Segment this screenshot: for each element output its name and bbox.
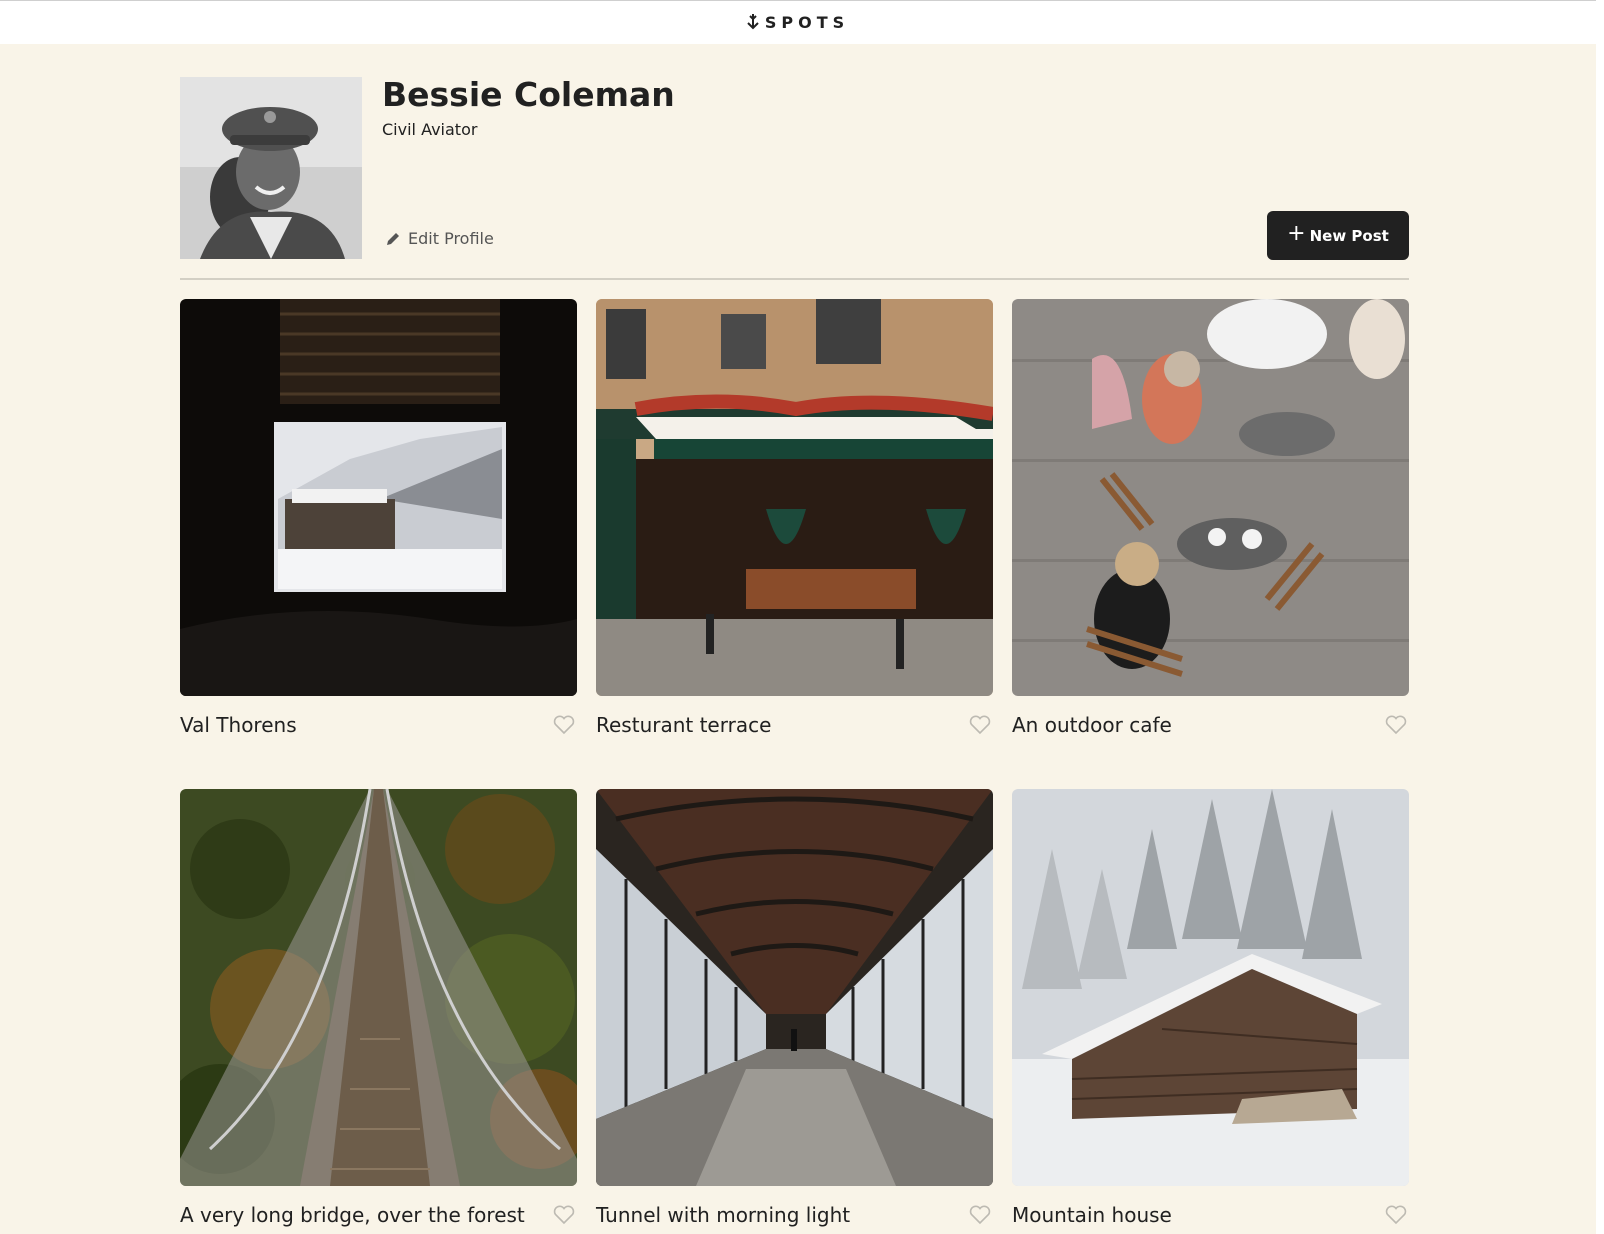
card: An outdoor cafe	[1012, 299, 1409, 737]
heart-icon	[553, 1205, 575, 1225]
edit-profile-label: Edit Profile	[408, 229, 494, 248]
profile-divider	[180, 278, 1409, 280]
like-button[interactable]	[1385, 1204, 1409, 1226]
card: Val Thorens	[180, 299, 577, 737]
logo-icon	[747, 13, 759, 29]
heart-icon	[969, 1205, 991, 1225]
heart-icon	[553, 715, 575, 735]
logo-text: SPOTS	[764, 13, 850, 32]
card-title: A very long bridge, over the forest	[180, 1203, 525, 1227]
card-image[interactable]	[596, 299, 993, 696]
spots-logo[interactable]: SPOTS	[747, 13, 849, 32]
card-image[interactable]	[180, 299, 577, 696]
like-button[interactable]	[553, 1204, 577, 1226]
profile-name: Bessie Coleman	[382, 75, 675, 114]
card-title: Val Thorens	[180, 713, 297, 737]
plus-icon: +	[1287, 221, 1306, 246]
pencil-icon	[387, 232, 399, 245]
card: A very long bridge, over the forest	[180, 789, 577, 1227]
heart-icon	[1385, 715, 1407, 735]
like-button[interactable]	[553, 714, 577, 736]
like-button[interactable]	[969, 1204, 993, 1226]
profile-description: Civil Aviator	[382, 120, 478, 139]
avatar-photo	[180, 77, 362, 259]
card-title: Mountain house	[1012, 1203, 1172, 1227]
card-image[interactable]	[180, 789, 577, 1186]
card-title: An outdoor cafe	[1012, 713, 1172, 737]
new-post-label: New Post	[1309, 226, 1389, 245]
scrollbar-track[interactable]	[1596, 0, 1604, 1234]
card-image[interactable]	[1012, 299, 1409, 696]
like-button[interactable]	[969, 714, 993, 736]
card-image[interactable]	[596, 789, 993, 1186]
top-bar: SPOTS	[0, 0, 1596, 44]
edit-profile-button[interactable]: Edit Profile	[386, 229, 494, 248]
profile-section: Bessie Coleman Civil Aviator Edit Profil…	[180, 75, 1409, 260]
card: Resturant terrace	[596, 299, 993, 737]
heart-icon	[969, 715, 991, 735]
card-title: Tunnel with morning light	[596, 1203, 851, 1227]
card-image[interactable]	[1012, 789, 1409, 1186]
card-title: Resturant terrace	[596, 713, 772, 737]
like-button[interactable]	[1385, 714, 1409, 736]
card: Tunnel with morning light	[596, 789, 993, 1227]
heart-icon	[1385, 1205, 1407, 1225]
avatar	[180, 77, 362, 259]
cards-grid: Val Thorens Resturant terrace An outdoor…	[180, 299, 1409, 1227]
new-post-button[interactable]: + New Post	[1267, 211, 1409, 260]
card: Mountain house	[1012, 789, 1409, 1227]
